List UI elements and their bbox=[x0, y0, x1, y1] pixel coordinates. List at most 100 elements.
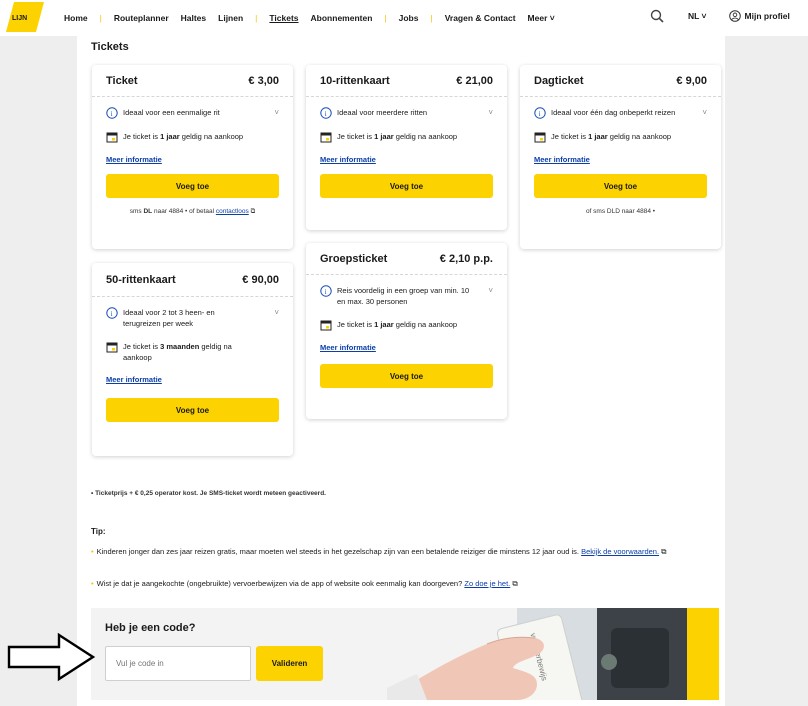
top-navigation-bar: LIJN Home | Routeplanner Haltes Lijnen |… bbox=[0, 0, 808, 36]
page-title: Tickets bbox=[91, 41, 129, 53]
calendar-icon bbox=[320, 132, 332, 143]
chevron-down-icon[interactable]: ˅ bbox=[488, 107, 493, 118]
calendar-icon bbox=[320, 320, 332, 331]
card-body: i Ideaal voor 2 tot 3 heen- en terugreiz… bbox=[92, 297, 293, 430]
svg-text:i: i bbox=[539, 110, 541, 118]
info-icon: i bbox=[320, 107, 332, 119]
de-lijn-logo[interactable]: LIJN bbox=[6, 2, 44, 32]
bullet: • bbox=[91, 579, 94, 588]
card-title: Groepsticket bbox=[320, 252, 388, 265]
voeg-toe-button[interactable]: Voeg toe bbox=[320, 364, 493, 388]
chevron-down-icon[interactable]: ˅ bbox=[488, 285, 493, 296]
meer-informatie-link[interactable]: Meer informatie bbox=[320, 155, 493, 164]
fifty-ride-card: 50-rittenkaart € 90,00 i Ideaal voor 2 t… bbox=[92, 263, 293, 456]
validity-text: Je ticket is 1 jaar geldig na aankoop bbox=[337, 320, 458, 329]
validity-row: Je ticket is 1 jaar geldig na aankoop bbox=[320, 131, 493, 143]
nav-divider: | bbox=[99, 13, 102, 23]
code-input[interactable] bbox=[105, 646, 251, 681]
card-header: 50-rittenkaart € 90,00 bbox=[92, 263, 293, 297]
validity-row: Je ticket is 1 jaar geldig na aankoop bbox=[320, 319, 493, 331]
info-icon: i bbox=[320, 285, 332, 297]
voeg-toe-button[interactable]: Voeg toe bbox=[106, 398, 279, 422]
card-price: € 9,00 bbox=[676, 74, 707, 87]
card-body: i Reis voordelig in een groep van min. 1… bbox=[306, 275, 507, 396]
contactloos-link[interactable]: contactloos bbox=[216, 208, 249, 215]
card-title: Ticket bbox=[106, 74, 138, 87]
zo-doe-je-het-link[interactable]: Zo doe je het. bbox=[464, 579, 510, 588]
card-price: € 90,00 bbox=[242, 273, 279, 286]
profile-link[interactable]: Mijn profiel bbox=[728, 10, 790, 22]
code-title: Heb je een code? bbox=[105, 622, 196, 634]
card-title: 50-rittenkaart bbox=[106, 273, 176, 286]
card-title: 10-rittenkaart bbox=[320, 74, 390, 87]
info-row[interactable]: i Ideaal voor 2 tot 3 heen- en terugreiz… bbox=[106, 307, 279, 329]
groepsticket-card: Groepsticket € 2,10 p.p. i Reis voordeli… bbox=[306, 243, 507, 419]
card-header: Groepsticket € 2,10 p.p. bbox=[306, 243, 507, 275]
card-body: i Ideaal voor een eenmalige rit ˅ Je tic… bbox=[92, 97, 293, 224]
meer-informatie-link[interactable]: Meer informatie bbox=[106, 375, 279, 384]
chevron-down-icon[interactable]: ˅ bbox=[274, 107, 279, 118]
chevron-down-icon[interactable]: ˅ bbox=[274, 307, 279, 318]
nav-haltes[interactable]: Haltes bbox=[181, 13, 207, 23]
nav-jobs[interactable]: Jobs bbox=[399, 13, 419, 23]
info-row[interactable]: i Ideaal voor meerdere ritten ˅ bbox=[320, 107, 493, 119]
card-header: Ticket € 3,00 bbox=[92, 65, 293, 97]
validity-row: Je ticket is 1 jaar geldig na aankoop bbox=[106, 131, 279, 143]
nav-abonnementen[interactable]: Abonnementen bbox=[311, 13, 373, 23]
hand-holding-ticket-photo: vervoerbewijs bbox=[387, 608, 719, 700]
search-icon[interactable] bbox=[650, 9, 664, 23]
card-price: € 2,10 p.p. bbox=[439, 252, 493, 265]
nav-meer-dropdown[interactable]: Meer ˅ bbox=[528, 13, 555, 23]
calendar-icon bbox=[106, 342, 118, 353]
code-redeem-panel: Heb je een code? Valideren vervoerbewijs bbox=[91, 608, 719, 700]
nav-vragen-contact[interactable]: Vragen & Contact bbox=[445, 13, 516, 23]
card-header: Dagticket € 9,00 bbox=[520, 65, 721, 97]
svg-text:LIJN: LIJN bbox=[12, 15, 27, 22]
nav-tickets[interactable]: Tickets bbox=[269, 13, 298, 23]
info-icon: i bbox=[106, 107, 118, 119]
dagticket-card: Dagticket € 9,00 i Ideaal voor één dag o… bbox=[520, 65, 721, 249]
svg-text:i: i bbox=[325, 110, 327, 118]
nav-divider: | bbox=[384, 13, 387, 23]
meer-informatie-link[interactable]: Meer informatie bbox=[320, 343, 493, 352]
info-row[interactable]: i Reis voordelig in een groep van min. 1… bbox=[320, 285, 493, 307]
info-text: Ideaal voor meerdere ritten bbox=[337, 108, 428, 117]
validity-row: Je ticket is 3 maanden geldig na aankoop bbox=[106, 341, 279, 363]
nav-home[interactable]: Home bbox=[64, 13, 88, 23]
calendar-icon bbox=[534, 132, 546, 143]
nav-routeplanner[interactable]: Routeplanner bbox=[114, 13, 169, 23]
meer-informatie-link[interactable]: Meer informatie bbox=[534, 155, 707, 164]
validity-text: Je ticket is 3 maanden geldig na aankoop bbox=[123, 342, 232, 362]
info-icon: i bbox=[534, 107, 546, 119]
sms-note: of sms DLD naar 4884 • bbox=[585, 208, 656, 215]
user-icon bbox=[728, 10, 741, 22]
meer-informatie-link[interactable]: Meer informatie bbox=[106, 155, 279, 164]
voeg-toe-button[interactable]: Voeg toe bbox=[106, 174, 279, 198]
card-body: i Ideaal voor één dag onbeperkt reizen ˅… bbox=[520, 97, 721, 223]
external-link-icon: ⧉ bbox=[250, 208, 256, 215]
voeg-toe-button[interactable]: Voeg toe bbox=[534, 174, 707, 198]
info-text: Ideaal voor een eenmalige rit bbox=[123, 108, 220, 117]
tip-title: Tip: bbox=[91, 527, 106, 536]
validity-text: Je ticket is 1 jaar geldig na aankoop bbox=[551, 132, 672, 141]
language-selector[interactable]: NL ˅ bbox=[688, 11, 707, 21]
bullet: • bbox=[91, 547, 94, 556]
profile-label: Mijn profiel bbox=[744, 11, 790, 21]
svg-text:i: i bbox=[325, 288, 327, 296]
card-price: € 21,00 bbox=[456, 74, 493, 87]
valideren-button[interactable]: Valideren bbox=[256, 646, 323, 681]
info-row[interactable]: i Ideaal voor een eenmalige rit ˅ bbox=[106, 107, 279, 119]
nav-lijnen[interactable]: Lijnen bbox=[218, 13, 243, 23]
info-row[interactable]: i Ideaal voor één dag onbeperkt reizen ˅ bbox=[534, 107, 707, 119]
price-footnote: • Ticketprijs + € 0,25 operator kost. Je… bbox=[91, 490, 326, 497]
ticket-card: Ticket € 3,00 i Ideaal voor een eenmalig… bbox=[92, 65, 293, 249]
card-body: i Ideaal voor meerdere ritten ˅ Je ticke… bbox=[306, 97, 507, 206]
card-header: 10-rittenkaart € 21,00 bbox=[306, 65, 507, 97]
validity-row: Je ticket is 1 jaar geldig na aankoop bbox=[534, 131, 707, 143]
chevron-down-icon[interactable]: ˅ bbox=[702, 107, 707, 118]
voorwaarden-link[interactable]: Bekijk de voorwaarden. bbox=[581, 547, 659, 556]
voeg-toe-button[interactable]: Voeg toe bbox=[320, 174, 493, 198]
card-title: Dagticket bbox=[534, 74, 584, 87]
svg-text:i: i bbox=[111, 110, 113, 118]
main-content: Tickets Ticket € 3,00 i Ideaal voor een … bbox=[77, 36, 725, 706]
